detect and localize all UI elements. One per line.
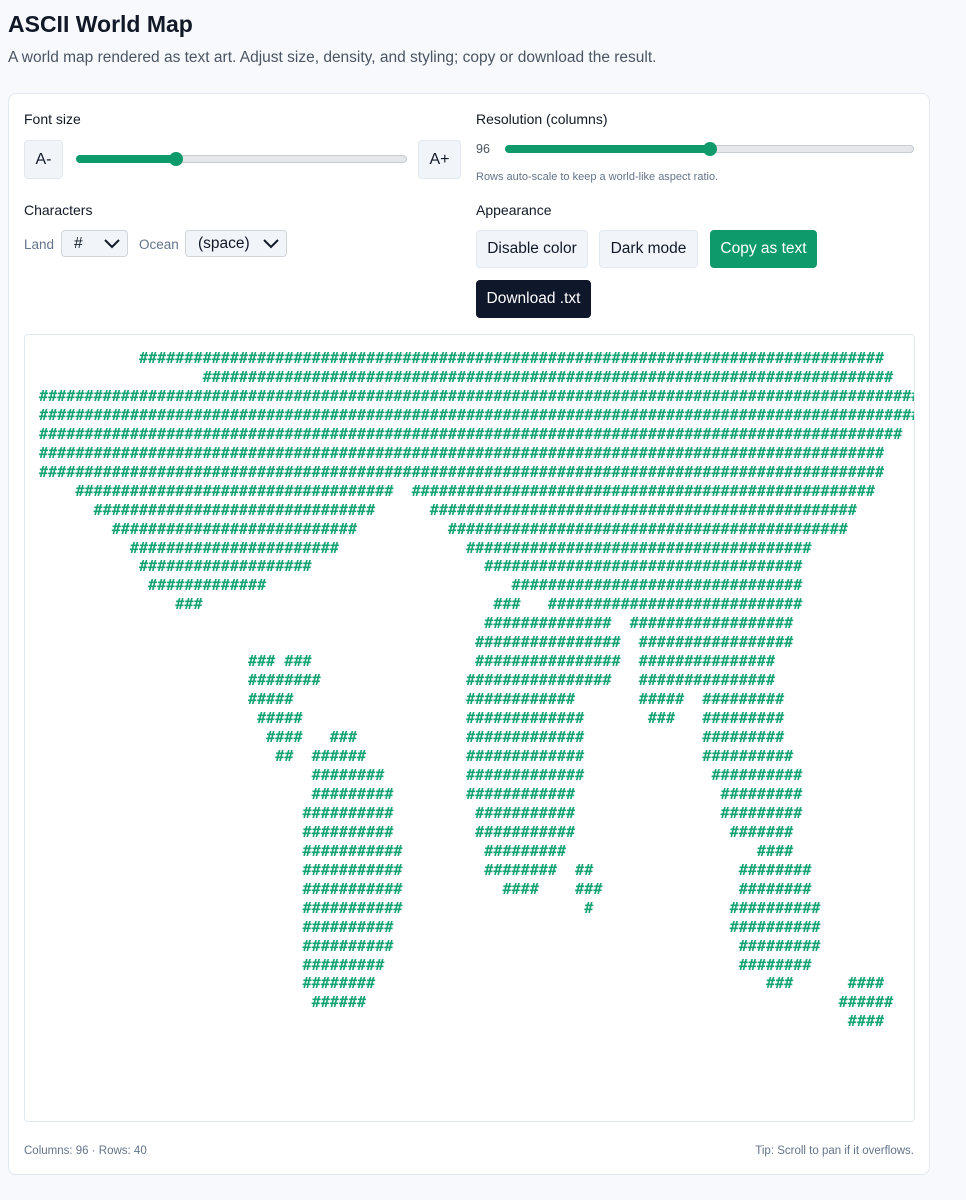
ascii-map-text: ########################################… bbox=[39, 349, 915, 1031]
page-subtitle: A world map rendered as text art. Adjust… bbox=[8, 49, 657, 66]
map-stats: Columns: 96 · Rows: 40 bbox=[24, 1145, 147, 1157]
page-title: ASCII World Map bbox=[8, 11, 193, 37]
chevron-down-icon bbox=[104, 239, 120, 249]
copy-text-button[interactable]: Copy as text bbox=[710, 230, 817, 268]
land-char-value: # bbox=[74, 234, 83, 252]
land-char-select[interactable]: # bbox=[61, 230, 128, 257]
font-size-slider[interactable] bbox=[76, 152, 407, 166]
dark-mode-button[interactable]: Dark mode bbox=[599, 230, 698, 268]
resolution-slider-fill bbox=[505, 145, 709, 153]
land-label: Land bbox=[24, 237, 55, 252]
ocean-char-value: (space) bbox=[198, 234, 250, 252]
characters-label: Characters bbox=[24, 202, 93, 218]
appearance-label: Appearance bbox=[476, 202, 552, 218]
font-decrease-button[interactable]: A- bbox=[24, 140, 63, 179]
map-tip: Tip: Scroll to pan if it overflows. bbox=[755, 1145, 914, 1157]
chevron-down-icon bbox=[263, 239, 279, 249]
resolution-hint: Rows auto-scale to keep a world-like asp… bbox=[476, 171, 719, 183]
download-txt-button[interactable]: Download .txt bbox=[476, 280, 591, 318]
controls-panel: Font size A- A+ Resolution (columns) 96 … bbox=[8, 93, 930, 1175]
resolution-slider-thumb[interactable] bbox=[702, 142, 717, 156]
resolution-value: 96 bbox=[476, 142, 490, 156]
font-size-label: Font size bbox=[24, 111, 81, 127]
font-increase-button[interactable]: A+ bbox=[418, 140, 461, 179]
ocean-label: Ocean bbox=[139, 237, 179, 252]
resolution-slider[interactable] bbox=[505, 142, 914, 156]
font-size-slider-thumb[interactable] bbox=[168, 152, 183, 166]
font-size-slider-fill bbox=[76, 155, 175, 163]
ocean-char-select[interactable]: (space) bbox=[185, 230, 287, 257]
resolution-label: Resolution (columns) bbox=[476, 111, 608, 127]
page-header: ASCII World Map A world map rendered as … bbox=[8, 10, 958, 68]
ascii-map-container[interactable]: ########################################… bbox=[24, 334, 915, 1122]
disable-color-button[interactable]: Disable color bbox=[476, 230, 588, 268]
